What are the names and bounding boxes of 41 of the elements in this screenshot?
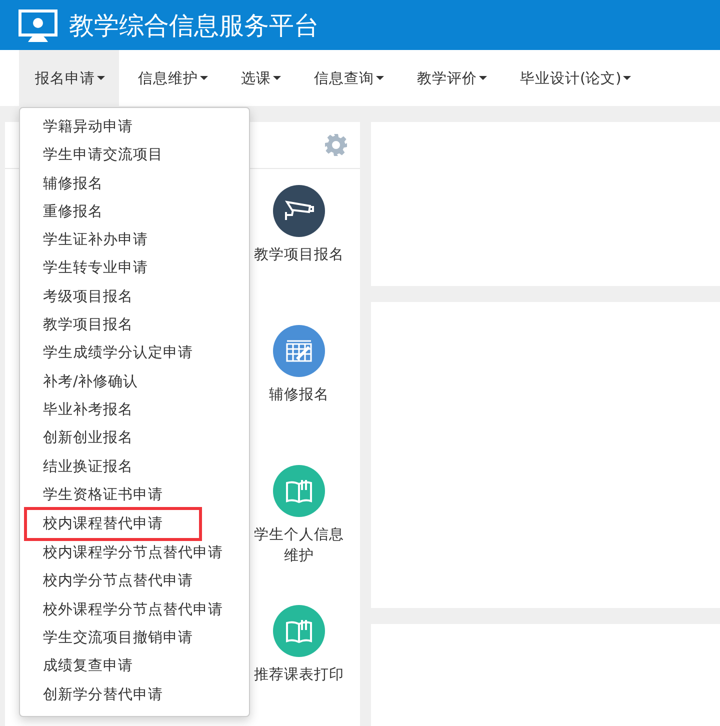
menu-item[interactable]: 学生申请交流项目 xyxy=(20,141,249,170)
nav-menu[interactable]: 报名申请 xyxy=(19,50,119,106)
nav-menu[interactable]: 选课 xyxy=(225,50,295,106)
caret-icon xyxy=(376,76,384,80)
shortcut-label[interactable]: 辅修报名 xyxy=(251,385,347,406)
menu-item[interactable]: 校外课程学分节点替代申请 xyxy=(20,596,249,624)
menu-item[interactable]: 毕业补考报名 xyxy=(20,396,249,424)
nav-menu[interactable]: 毕业设计(论文) xyxy=(504,50,646,106)
menu-item[interactable]: 考级项目报名 xyxy=(20,282,249,312)
caret-icon xyxy=(273,76,281,80)
menu-item[interactable]: 成绩复查申请 xyxy=(20,652,249,681)
caret-icon xyxy=(623,76,632,80)
nav-menu[interactable]: 信息维护 xyxy=(122,50,222,106)
caret-icon xyxy=(479,76,487,80)
menu-item[interactable]: 创新创业报名 xyxy=(20,424,249,453)
menu-item[interactable]: 辅修报名 xyxy=(20,170,249,198)
shortcut-label[interactable]: 推荐课表打印 xyxy=(251,665,347,686)
menu-item[interactable]: 校内课程替代申请 xyxy=(24,507,202,542)
menu-item[interactable]: 创新学分替代申请 xyxy=(20,680,249,709)
caret-icon xyxy=(97,76,105,80)
logo-icon xyxy=(17,8,59,42)
shortcut-label[interactable]: 教学项目报名 xyxy=(251,245,347,266)
menu-item[interactable]: 结业换证报名 xyxy=(20,452,249,481)
nav-menu[interactable]: 信息查询 xyxy=(298,50,398,106)
menu-item[interactable]: 学生证补办申请 xyxy=(20,226,249,254)
menu-item[interactable]: 学生转专业申请 xyxy=(20,254,249,283)
menu-item[interactable]: 教学项目报名 xyxy=(20,311,249,340)
menu-item[interactable]: 补考/补修确认 xyxy=(20,368,249,396)
shortcut-icon[interactable] xyxy=(273,185,325,237)
menu-item[interactable]: 校内学分节点替代申请 xyxy=(20,567,249,596)
menu-item[interactable]: 重修报名 xyxy=(20,198,249,226)
shortcut-label[interactable]: 学生个人信息维护 xyxy=(251,525,347,567)
nav-menu[interactable]: 教学评价 xyxy=(401,50,501,106)
menu-item[interactable]: 学生成绩学分认定申请 xyxy=(20,339,249,368)
settings-icon[interactable] xyxy=(324,133,348,157)
menu-item[interactable]: 学生交流项目撤销申请 xyxy=(20,624,249,652)
menu-item[interactable]: 学籍异动申请 xyxy=(20,113,249,142)
menu-item[interactable]: 校内课程学分节点替代申请 xyxy=(20,539,249,568)
app-title: 教学综合信息服务平台 xyxy=(69,10,319,42)
caret-icon xyxy=(200,76,208,80)
menu-item[interactable]: 学生资格证书申请 xyxy=(20,480,249,510)
